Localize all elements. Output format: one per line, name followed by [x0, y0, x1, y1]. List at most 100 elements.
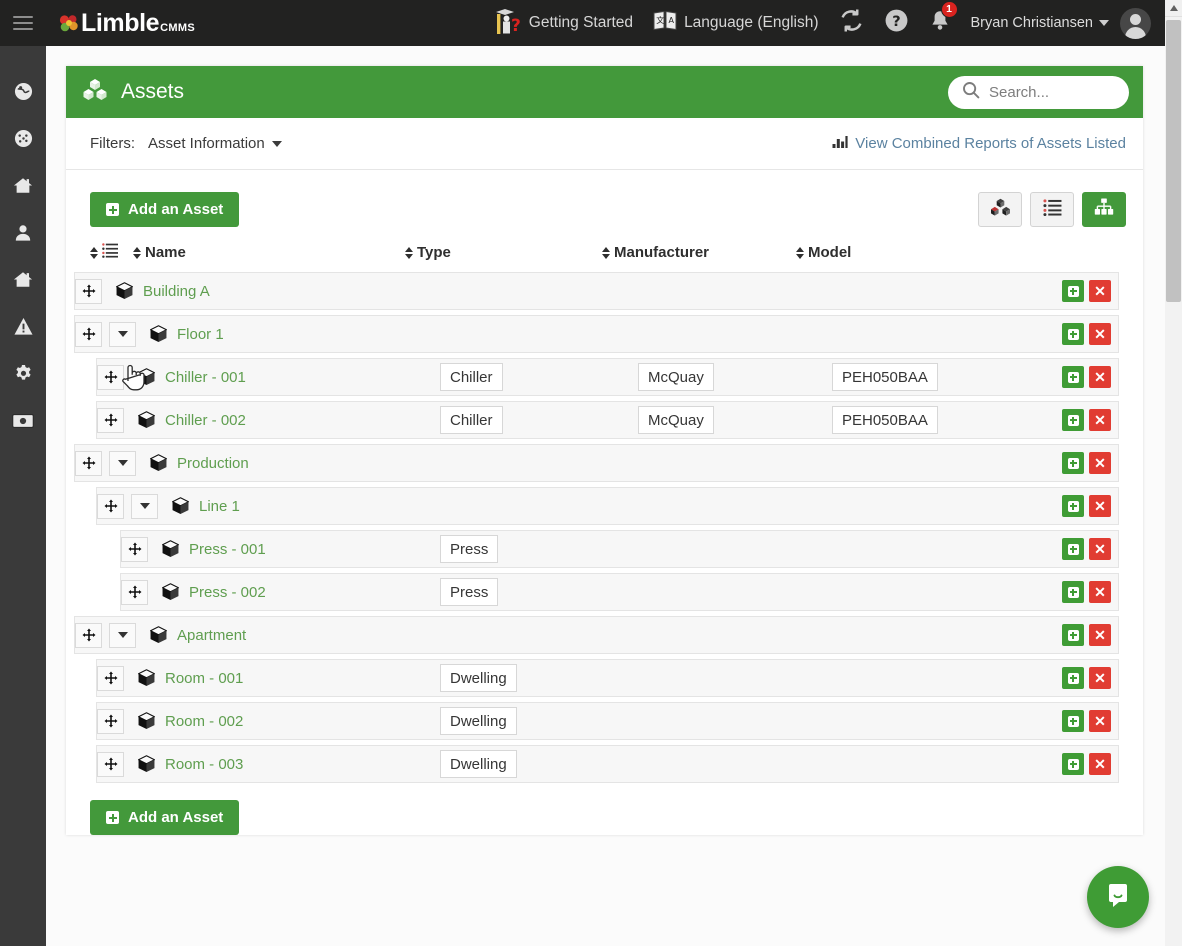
drag-handle[interactable]	[75, 321, 102, 347]
manufacturer-field[interactable]: McQuay	[638, 406, 714, 434]
help-button[interactable]: ?	[884, 8, 909, 38]
menu-toggle-area[interactable]	[0, 0, 46, 46]
sidebar-item-globe[interactable]	[0, 68, 46, 115]
drag-handle[interactable]	[121, 536, 148, 562]
notifications-button[interactable]: 1	[929, 0, 958, 38]
table-row[interactable]: Apartment ✕	[74, 616, 1119, 654]
page-scrollbar[interactable]	[1165, 0, 1182, 946]
sidebar-item-home[interactable]	[0, 162, 46, 209]
table-row[interactable]: Building A ✕	[74, 272, 1119, 310]
sidebar-item-alerts[interactable]	[0, 303, 46, 350]
asset-name-link[interactable]: Building A	[143, 283, 210, 300]
add-child-button[interactable]	[1062, 538, 1084, 560]
add-child-button[interactable]	[1062, 495, 1084, 517]
expand-collapse-toggle[interactable]	[109, 450, 136, 476]
drag-handle[interactable]	[75, 278, 102, 304]
asset-name-link[interactable]: Line 1	[199, 498, 240, 515]
type-field[interactable]: Dwelling	[440, 664, 517, 692]
delete-row-button[interactable]: ✕	[1089, 409, 1111, 431]
view-combined-reports-link[interactable]: View Combined Reports of Assets Listed	[832, 134, 1126, 153]
drag-handle[interactable]	[97, 665, 124, 691]
asset-name-link[interactable]: Press - 002	[189, 584, 266, 601]
table-row[interactable]: Press - 001 Press ✕	[120, 530, 1119, 568]
drag-handle[interactable]	[75, 450, 102, 476]
scrollbar-thumb[interactable]	[1166, 20, 1181, 302]
delete-row-button[interactable]: ✕	[1089, 538, 1111, 560]
asset-information-dropdown[interactable]: Asset Information	[148, 135, 282, 152]
expand-collapse-toggle[interactable]	[131, 493, 158, 519]
type-field[interactable]: Dwelling	[440, 750, 517, 778]
drag-handle[interactable]	[97, 407, 124, 433]
sidebar-item-home-alt[interactable]	[0, 256, 46, 303]
table-row[interactable]: Floor 1 ✕	[74, 315, 1119, 353]
add-child-button[interactable]	[1062, 710, 1084, 732]
search-input[interactable]: Search...	[948, 75, 1129, 109]
drag-handle[interactable]	[121, 579, 148, 605]
add-child-button[interactable]	[1062, 452, 1084, 474]
asset-name-link[interactable]: Room - 001	[165, 670, 243, 687]
chevron-down-icon[interactable]	[1099, 20, 1109, 26]
table-row[interactable]: Chiller - 001 Chiller McQuay PEH050BAA ✕	[96, 358, 1119, 396]
table-row[interactable]: Room - 002 Dwelling ✕	[96, 702, 1119, 740]
language-selector[interactable]: 文 A Language (English)	[653, 10, 819, 37]
add-child-button[interactable]	[1062, 624, 1084, 646]
asset-name-link[interactable]: Room - 003	[165, 756, 243, 773]
delete-row-button[interactable]: ✕	[1089, 667, 1111, 689]
type-field[interactable]: Press	[440, 535, 499, 563]
drag-handle[interactable]	[97, 708, 124, 734]
table-row[interactable]: Room - 003 Dwelling ✕	[96, 745, 1119, 783]
refresh-button[interactable]	[839, 8, 864, 38]
hierarchy-view-button[interactable]	[1082, 192, 1126, 227]
column-header-order[interactable]	[90, 243, 119, 262]
column-header-manufacturer[interactable]: Manufacturer	[602, 244, 796, 261]
add-child-button[interactable]	[1062, 667, 1084, 689]
column-header-type[interactable]: Type	[405, 244, 602, 261]
add-child-button[interactable]	[1062, 366, 1084, 388]
user-name-label[interactable]: Bryan Christiansen	[971, 15, 1094, 31]
getting-started-button[interactable]: ? Getting Started	[495, 6, 633, 41]
brand-logo[interactable]: Limble CMMS	[58, 9, 195, 38]
asset-name-link[interactable]: Apartment	[177, 627, 246, 644]
delete-row-button[interactable]: ✕	[1089, 366, 1111, 388]
table-row[interactable]: Chiller - 002 Chiller McQuay PEH050BAA ✕	[96, 401, 1119, 439]
drag-handle[interactable]	[75, 622, 102, 648]
drag-handle[interactable]	[97, 493, 124, 519]
delete-row-button[interactable]: ✕	[1089, 452, 1111, 474]
type-field[interactable]: Chiller	[440, 363, 503, 391]
column-header-name[interactable]: Name	[133, 244, 405, 261]
expand-collapse-toggle[interactable]	[109, 622, 136, 648]
sidebar-item-dashboard[interactable]	[0, 115, 46, 162]
add-asset-button-bottom[interactable]: Add an Asset	[90, 800, 240, 835]
list-view-button[interactable]	[1030, 192, 1074, 227]
asset-name-link[interactable]: Chiller - 002	[165, 412, 246, 429]
model-field[interactable]: PEH050BAA	[832, 406, 938, 434]
drag-handle[interactable]	[97, 751, 124, 777]
sidebar-item-billing[interactable]	[0, 397, 46, 444]
table-row[interactable]: Line 1 ✕	[96, 487, 1119, 525]
hamburger-icon[interactable]	[13, 16, 33, 30]
delete-row-button[interactable]: ✕	[1089, 280, 1111, 302]
add-child-button[interactable]	[1062, 280, 1084, 302]
chat-launcher-button[interactable]	[1087, 866, 1149, 928]
asset-name-link[interactable]: Floor 1	[177, 326, 224, 343]
add-child-button[interactable]	[1062, 409, 1084, 431]
avatar[interactable]	[1120, 7, 1151, 39]
delete-row-button[interactable]: ✕	[1089, 581, 1111, 603]
drag-handle[interactable]	[97, 364, 124, 390]
sidebar-item-settings[interactable]	[0, 350, 46, 397]
expand-collapse-toggle[interactable]	[109, 321, 136, 347]
table-row[interactable]: Production ✕	[74, 444, 1119, 482]
column-header-model[interactable]: Model	[796, 244, 851, 261]
delete-row-button[interactable]: ✕	[1089, 710, 1111, 732]
model-field[interactable]: PEH050BAA	[832, 363, 938, 391]
asset-name-link[interactable]: Room - 002	[165, 713, 243, 730]
asset-name-link[interactable]: Press - 001	[189, 541, 266, 558]
asset-name-link[interactable]: Production	[177, 455, 249, 472]
scroll-up-button[interactable]	[1165, 0, 1182, 17]
manufacturer-field[interactable]: McQuay	[638, 363, 714, 391]
sidebar-item-user[interactable]	[0, 209, 46, 256]
delete-row-button[interactable]: ✕	[1089, 753, 1111, 775]
add-child-button[interactable]	[1062, 581, 1084, 603]
type-field[interactable]: Press	[440, 578, 499, 606]
cubes-view-button[interactable]	[978, 192, 1022, 227]
